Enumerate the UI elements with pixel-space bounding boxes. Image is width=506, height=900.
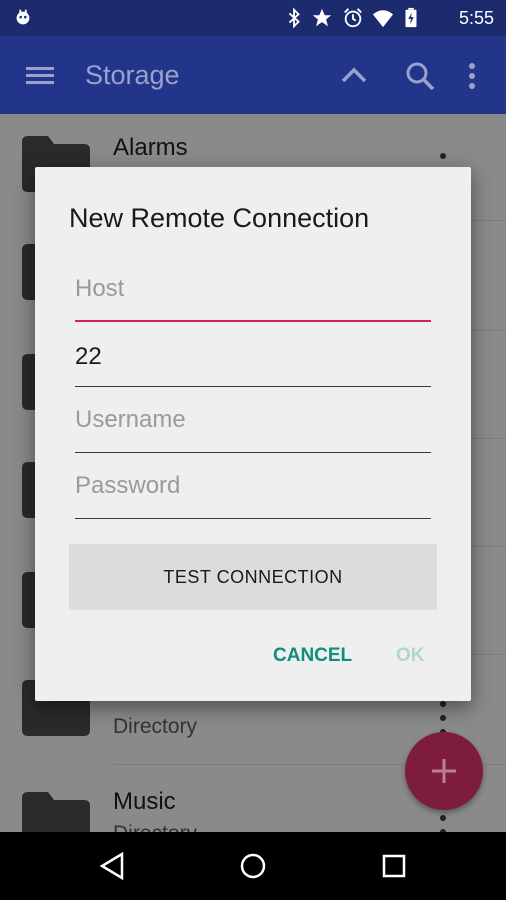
android-icon <box>16 9 30 25</box>
add-fab-button[interactable] <box>405 732 483 810</box>
port-input[interactable]: 22 <box>75 343 102 371</box>
port-field: 22 <box>75 329 431 387</box>
password-underline <box>75 518 431 519</box>
navigation-bar <box>0 832 506 900</box>
host-field <box>75 264 431 322</box>
port-underline <box>75 386 431 387</box>
star-icon <box>312 8 332 27</box>
search-icon[interactable] <box>404 60 436 92</box>
host-input[interactable] <box>75 264 431 314</box>
clock: 5:55 <box>458 8 494 28</box>
username-field <box>75 395 431 453</box>
dialog-title: New Remote Connection <box>69 203 370 233</box>
battery-icon <box>405 7 417 28</box>
test-connection-button[interactable]: TEST CONNECTION <box>69 544 437 610</box>
password-input[interactable] <box>75 461 431 511</box>
host-underline <box>75 320 431 322</box>
alarm-icon <box>344 8 362 28</box>
item-name: Music <box>113 788 176 815</box>
username-underline <box>75 452 431 453</box>
ok-button[interactable]: OK <box>396 645 425 667</box>
app-bar: Storage <box>0 36 506 114</box>
bluetooth-icon <box>288 7 300 29</box>
menu-icon[interactable] <box>24 60 56 92</box>
wifi-icon <box>372 10 394 28</box>
page-title: Storage <box>85 60 180 90</box>
more-vert-icon[interactable] <box>456 60 488 92</box>
username-input[interactable] <box>75 395 431 445</box>
status-bar: 5:55 <box>0 0 506 36</box>
more-vert-icon[interactable] <box>437 700 449 736</box>
recents-icon[interactable] <box>380 852 408 880</box>
cancel-button[interactable]: CANCEL <box>273 645 352 667</box>
back-icon[interactable] <box>98 852 126 880</box>
plus-icon <box>432 759 456 783</box>
password-field <box>75 461 431 519</box>
new-remote-connection-dialog: New Remote Connection 22 TEST CONNECTION… <box>35 167 471 701</box>
home-icon[interactable] <box>239 852 267 880</box>
item-name: Alarms <box>113 134 188 161</box>
chevron-up-icon[interactable] <box>338 60 370 92</box>
item-subtitle: Directory <box>113 715 198 738</box>
